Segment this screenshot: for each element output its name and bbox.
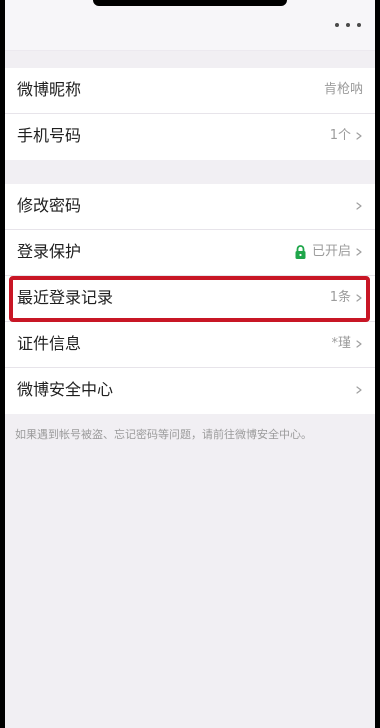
security-center-row[interactable]: 微博安全中心 [5,368,375,414]
phone-number-label: 手机号码 [17,126,82,145]
chevron-right-icon [356,248,362,256]
security-help-tip: 如果遇到帐号被盗、忘记密码等问题，请前往微博安全中心。 [15,428,312,441]
more-icon-dot [335,23,339,27]
login-protection-value-wrap: 已开启 [294,243,363,261]
nickname-label: 微博昵称 [17,80,82,99]
id-info-row[interactable]: 证件信息 *瑾 [5,322,375,368]
phone-notch [93,0,287,6]
change-password-label: 修改密码 [17,196,82,215]
change-password-row[interactable]: 修改密码 [5,184,375,230]
login-protection-row[interactable]: 登录保护 已开启 [5,230,375,276]
phone-number-row[interactable]: 手机号码 1个 [5,114,375,160]
chevron-right-icon [356,132,362,140]
change-password-value-wrap [351,197,363,215]
phone-number-value-wrap: 1个 [330,127,363,145]
settings-screen: 微博昵称 肯枪呐 手机号码 1个 修改密码 登录保护 已开启 最近登录记录 1条… [5,0,375,728]
id-info-label: 证件信息 [17,334,82,353]
login-protection-label: 登录保护 [17,242,82,261]
id-info-value-wrap: *瑾 [331,335,363,353]
more-icon[interactable] [335,18,361,32]
nickname-value-wrap: 肯枪呐 [324,81,363,99]
security-center-label: 微博安全中心 [17,380,114,399]
account-info-group: 微博昵称 肯枪呐 手机号码 1个 [5,68,375,160]
nickname-row[interactable]: 微博昵称 肯枪呐 [5,68,375,114]
more-icon-dot [357,23,361,27]
recent-logins-highlight [9,276,370,322]
top-navigation-bar [5,0,375,51]
id-info-value: *瑾 [331,336,351,351]
more-icon-dot [346,23,350,27]
chevron-right-icon [356,202,362,210]
lock-icon [295,244,306,259]
chevron-right-icon [356,340,362,348]
nickname-value: 肯枪呐 [323,82,363,97]
login-protection-value: 已开启 [311,244,351,259]
chevron-right-icon [356,386,362,394]
security-center-value-wrap [351,381,363,399]
phone-number-value: 1个 [329,128,351,143]
